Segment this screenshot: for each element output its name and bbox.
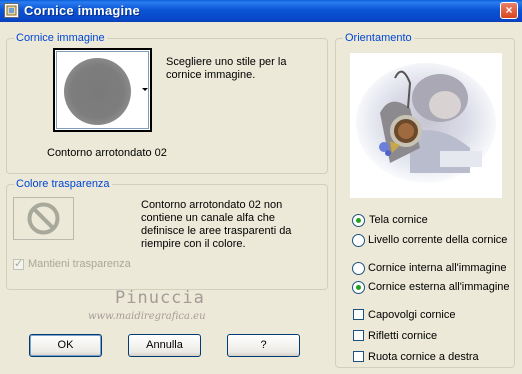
- radio-frame-canvas[interactable]: [352, 214, 365, 227]
- radio-frame-outside-label[interactable]: Cornice esterna all'immagine: [368, 281, 510, 294]
- radio-selected-dot: [356, 285, 361, 290]
- frame-preview: [56, 51, 149, 129]
- transparency-message: Contorno arrotondato 02 non contiene un …: [141, 199, 292, 250]
- radio-frame-inside[interactable]: [352, 262, 365, 275]
- dialog-window: Cornice immagine × Cornice immagine Sceg…: [0, 0, 522, 374]
- title-bar[interactable]: Cornice immagine ×: [0, 0, 522, 22]
- frame-style-picker[interactable]: [53, 48, 152, 132]
- frame-app-icon: [4, 3, 19, 18]
- selected-frame-name: Contorno arrotondato 02: [47, 147, 167, 159]
- mirror-frame-label[interactable]: Rifletti cornice: [368, 330, 437, 343]
- orientation-group-legend: Orientamento: [343, 32, 414, 45]
- framed-photo-picture: [350, 53, 502, 198]
- cancel-button[interactable]: Annulla: [128, 334, 201, 357]
- radio-current-layer[interactable]: [352, 234, 365, 247]
- checkmark-icon: ✓: [14, 258, 24, 270]
- orientation-preview-image: [350, 53, 502, 198]
- keep-transparency-label: Mantieni trasparenza: [28, 258, 131, 270]
- prohibited-icon: [27, 202, 60, 235]
- help-button[interactable]: ?: [227, 334, 300, 357]
- radio-current-layer-label[interactable]: Livello corrente della cornice: [368, 234, 507, 247]
- radio-frame-outside[interactable]: [352, 281, 365, 294]
- window-title: Cornice immagine: [24, 3, 140, 18]
- dropdown-arrow-icon: [142, 88, 148, 91]
- rotate-frame-checkbox[interactable]: [353, 351, 364, 362]
- keep-transparency-checkbox[interactable]: ✓: [13, 258, 24, 270]
- radio-frame-inside-label[interactable]: Cornice interna all'immagine: [368, 262, 506, 275]
- frame-description: Scegliere uno stile per la cornice immag…: [166, 56, 287, 81]
- watermark-site: www.maidiregrafica.eu: [88, 311, 206, 322]
- ok-button[interactable]: OK: [29, 334, 102, 357]
- radio-frame-canvas-label[interactable]: Tela cornice: [369, 214, 428, 227]
- frame-group-legend: Cornice immagine: [14, 32, 107, 45]
- rounded-frame-thumbnail: [64, 58, 131, 125]
- flip-frame-checkbox[interactable]: [353, 309, 364, 320]
- radio-selected-dot: [356, 218, 361, 223]
- watermark-name: Pinuccia: [115, 288, 205, 308]
- mirror-frame-checkbox[interactable]: [353, 330, 364, 341]
- rotate-frame-label[interactable]: Ruota cornice a destra: [368, 351, 479, 364]
- transparency-group-legend: Colore trasparenza: [14, 178, 112, 191]
- close-button[interactable]: ×: [500, 2, 518, 19]
- flip-frame-label[interactable]: Capovolgi cornice: [368, 309, 455, 322]
- color-swatch-disabled: [13, 197, 74, 240]
